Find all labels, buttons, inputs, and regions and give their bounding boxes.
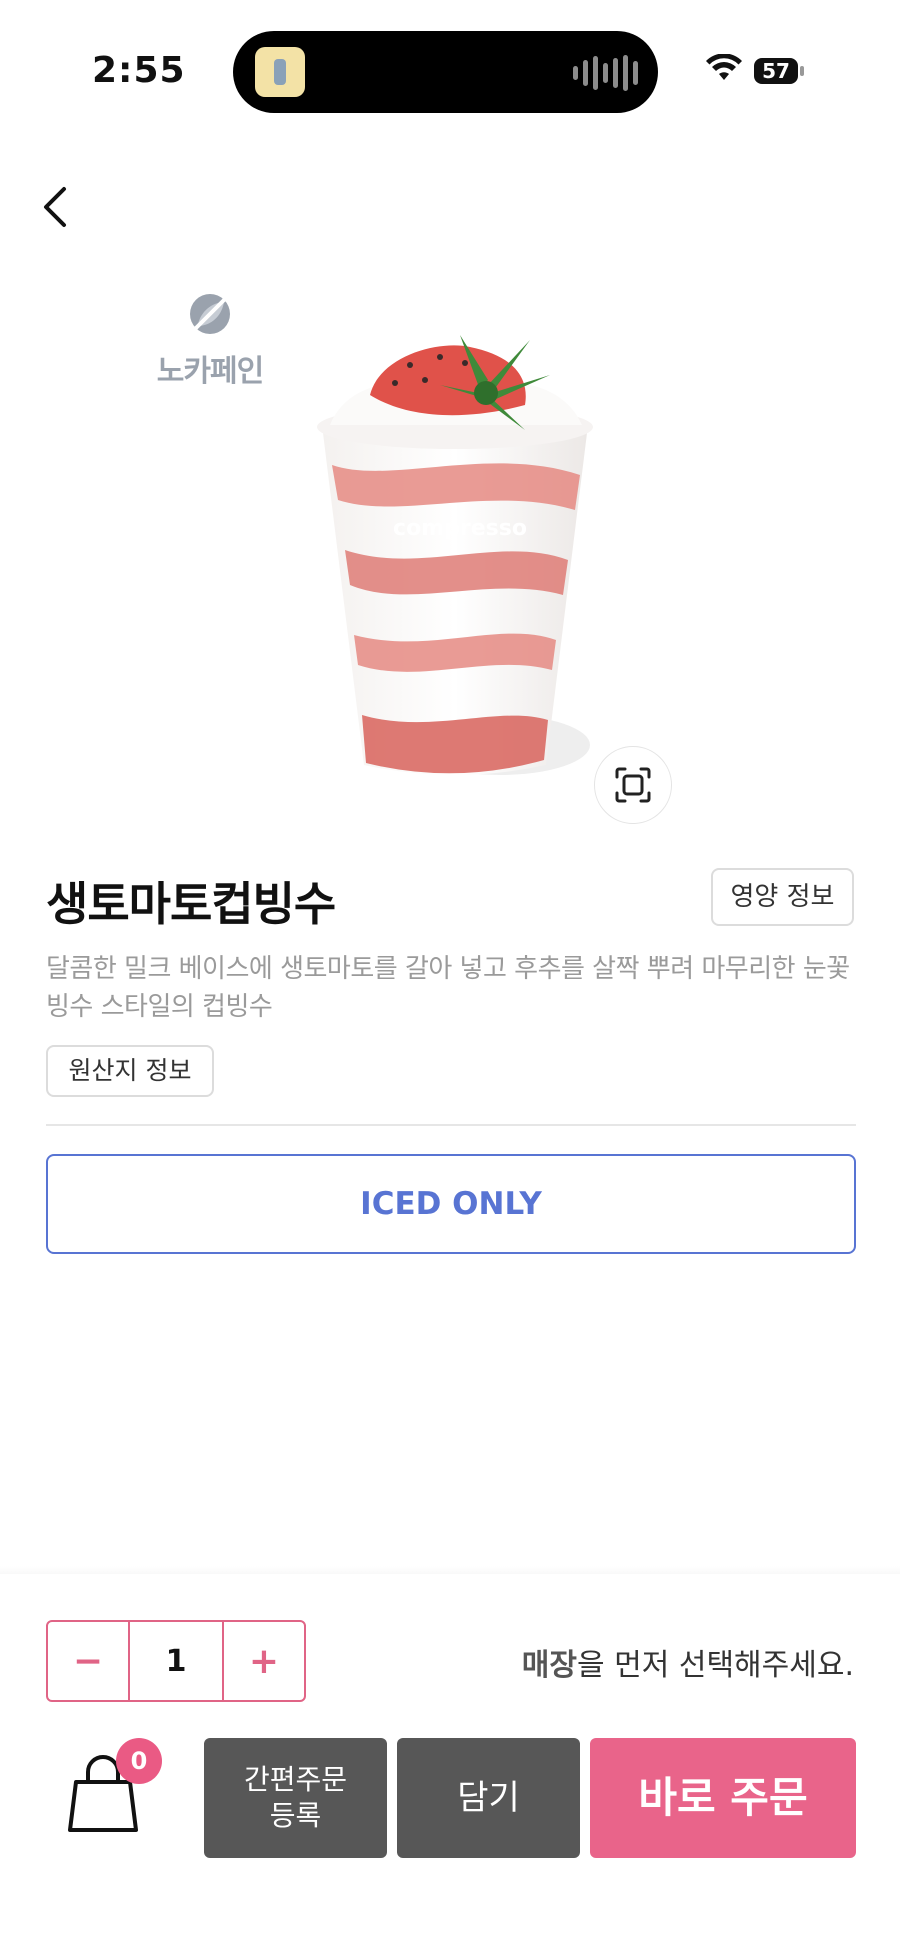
quick-order-label-line2: 등록 [269, 1799, 322, 1832]
no-caffeine-badge: 노카페인 [150, 290, 270, 390]
quantity-value: 1 [128, 1622, 224, 1700]
dynamic-island [233, 31, 658, 113]
brand-label: 노카페인 [156, 354, 264, 389]
quantity-stepper: − 1 + [46, 1620, 306, 1702]
status-time: 2:55 [92, 50, 186, 91]
battery-nub [800, 66, 804, 76]
quick-order-register-button[interactable]: 간편주문 등록 [204, 1738, 387, 1858]
quantity-plus-button[interactable]: + [224, 1622, 304, 1700]
quick-order-label-line1: 간편주문 [243, 1763, 348, 1796]
nutrition-info-button[interactable]: 영양 정보 [711, 868, 854, 926]
cart-count-badge: 0 [116, 1738, 162, 1784]
cup-print: compresso [393, 516, 527, 541]
product-title: 생토마토컵빙수 [46, 877, 336, 931]
order-now-button[interactable]: 바로 주문 [590, 1738, 856, 1858]
store-msg-emphasis: 매장 [521, 1648, 577, 1683]
battery-level: 57 [754, 58, 798, 84]
audio-waveform-icon [573, 55, 638, 91]
section-divider [46, 1124, 856, 1126]
quantity-minus-button[interactable]: − [48, 1622, 128, 1700]
chevron-left-icon[interactable] [40, 185, 70, 229]
live-activity-app-icon [255, 47, 305, 97]
add-to-cart-button[interactable]: 담기 [397, 1738, 580, 1858]
zoom-image-button[interactable] [594, 746, 672, 824]
wifi-icon [706, 54, 742, 80]
store-msg-text: 을 먼저 선택해주세요. [576, 1648, 854, 1683]
tomato-bingsu-cup-image: compresso [317, 335, 593, 775]
leaf-slash-icon [190, 294, 230, 334]
select-store-message: 매장을 먼저 선택해주세요. [522, 1640, 854, 1684]
zoom-frame-icon [615, 767, 651, 803]
product-description: 달콤한 밀크 베이스에 생토마토를 갈아 넣고 후추를 살짝 뿌려 마무리한 눈… [46, 954, 850, 1022]
temperature-option-iced-only[interactable]: ICED ONLY [46, 1154, 856, 1254]
origin-info-button[interactable]: 원산지 정보 [46, 1045, 214, 1097]
